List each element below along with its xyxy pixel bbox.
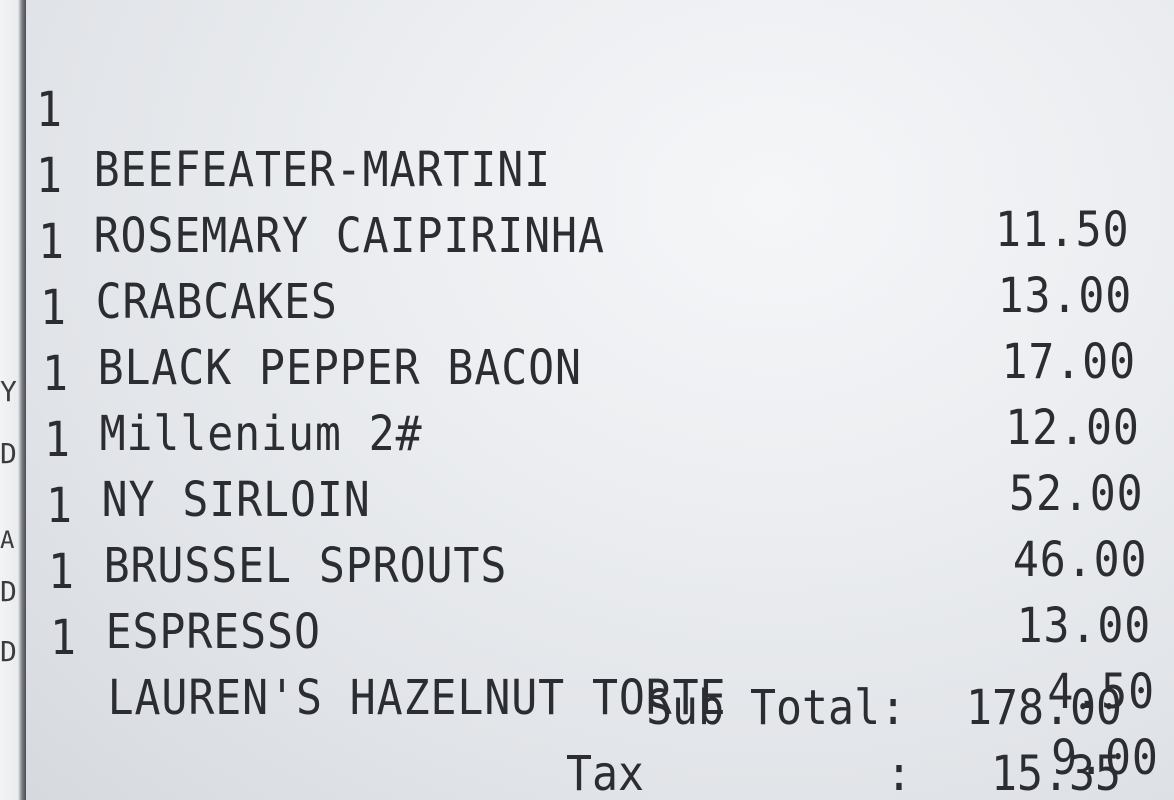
line-item: 1 BLACK PEPPER BACON 12.00	[40, 218, 1139, 456]
subtotal-value: 178.00	[966, 680, 1123, 736]
line-item: 1 BEEFEATER-MARTINI 11.50	[36, 20, 1129, 258]
item-qty: 1	[50, 610, 77, 666]
line-item: 1 Millenium 2# 52.00	[42, 284, 1143, 522]
receipt-paper: 1 BEEFEATER-MARTINI 11.50 1 ROSEMARY CAI…	[26, 0, 1174, 800]
left-edge-strip: Y D A D D	[0, 0, 26, 800]
line-item: 1 BRUSSEL SPROUTS 13.00	[46, 416, 1150, 654]
edge-letter: A	[0, 526, 15, 554]
edge-letter: D	[0, 437, 17, 470]
line-item: 1 CRABCAKES 17.00	[38, 152, 1135, 390]
line-item: 1 ROSEMARY CAIPIRINHA 13.00	[36, 86, 1131, 324]
line-item: 1 NY SIRLOIN 46.00	[44, 350, 1147, 588]
tax-label: Tax	[566, 746, 645, 800]
line-item: 1 ESPRESSO 4.50	[48, 482, 1154, 720]
tax-colon: :	[886, 746, 913, 800]
subtotal-label: Sub Total:	[646, 680, 907, 736]
edge-letter: Y	[0, 375, 17, 408]
line-item: 1 LAUREN'S HAZELNUT TORTE 9.00	[50, 548, 1158, 786]
receipt-photo: Y D A D D 1 BEEFEATER-MARTINI 11.50 1 RO…	[0, 0, 1174, 800]
tax-value: 15.35	[991, 746, 1122, 800]
item-name: LAUREN'S HAZELNUT TORTE	[107, 670, 727, 726]
edge-letter: D	[0, 635, 17, 668]
edge-letter: D	[0, 575, 17, 608]
